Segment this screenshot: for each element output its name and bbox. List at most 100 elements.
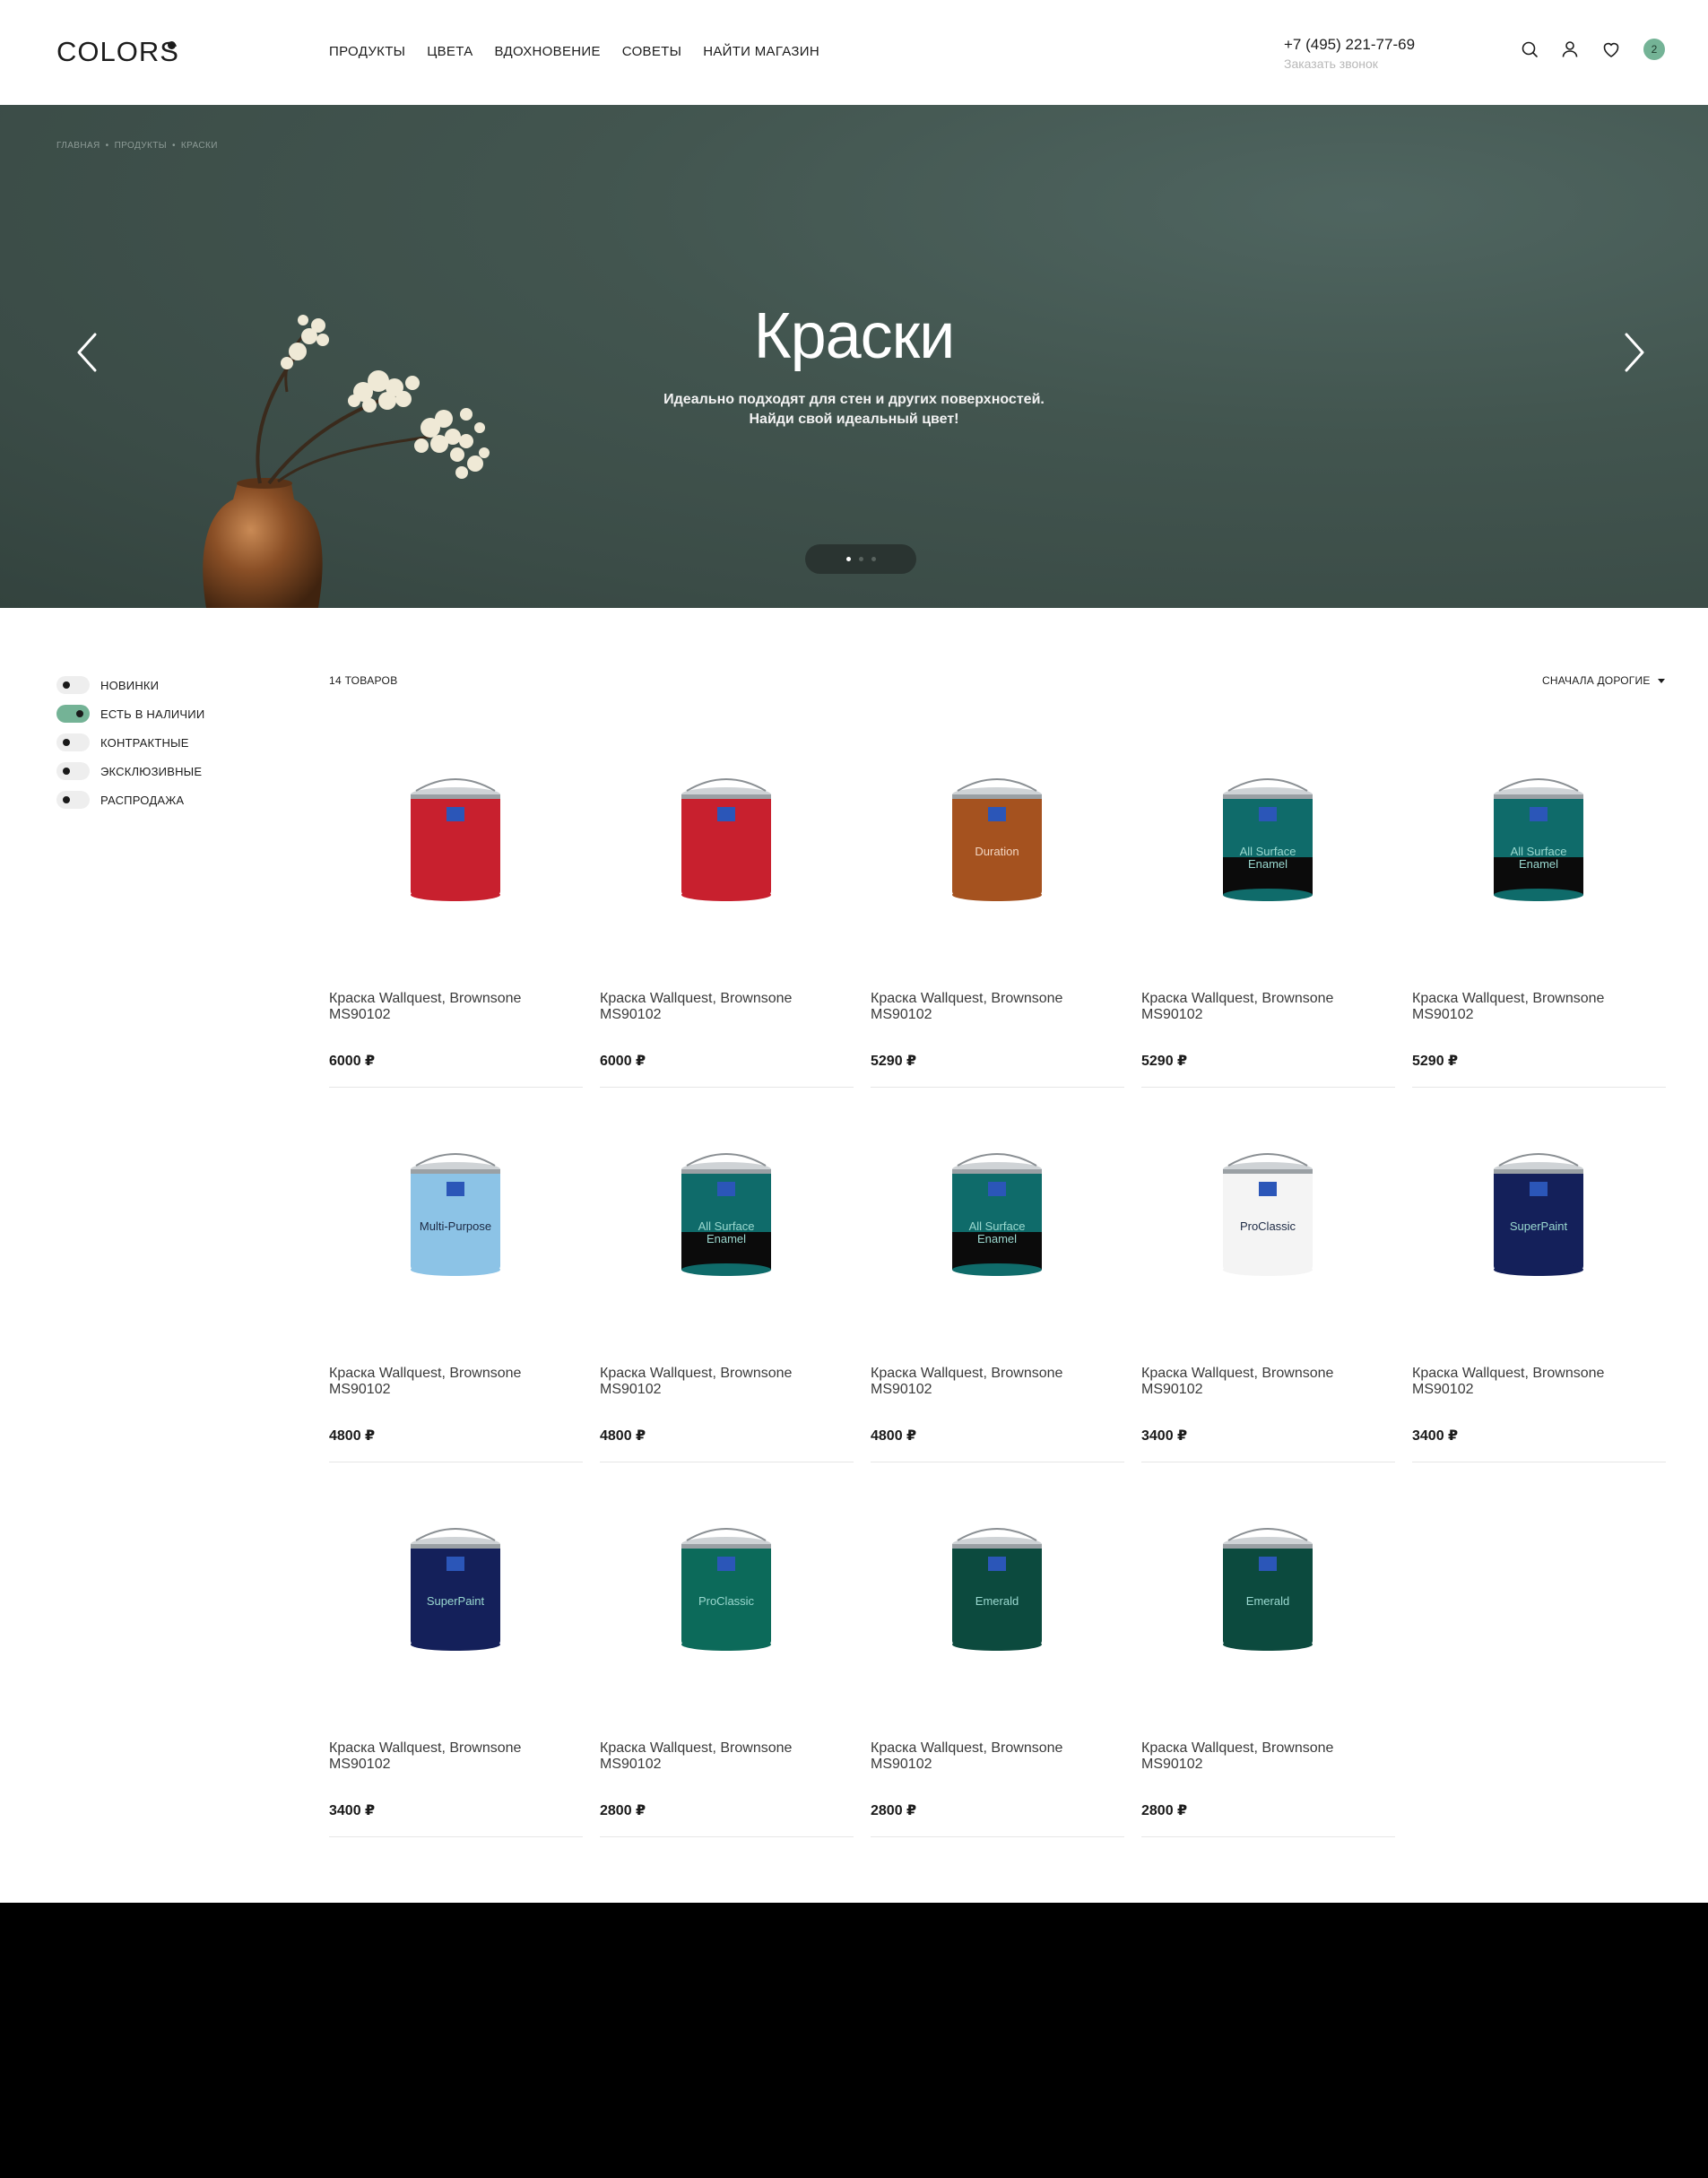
filter-label: ЭКСКЛЮЗИВНЫЕ [100,764,203,778]
product-price: 2800 ₽ [1141,1803,1188,1818]
product-card[interactable]: Краска Wallquest, Brownsone MS90102 6000 … [329,738,583,1088]
filter-contract[interactable]: КОНТРАКТНЫЕ [56,728,204,757]
toggle-switch[interactable] [56,676,90,694]
hero-banner: ГЛАВНАЯ • ПРОДУКТЫ • КРАСКИ Краски Идеал… [0,105,1708,608]
product-count: 14 ТОВАРОВ [329,674,398,687]
product-card[interactable]: Emerald Краска Wallquest, Brownsone MS901… [871,1488,1124,1837]
divider [600,1836,854,1837]
can-label: All Surface Enamel [698,1219,755,1245]
slider-dot[interactable] [858,557,863,561]
filter-exclusive[interactable]: ЭКСКЛЮЗИВНЫЕ [56,757,204,785]
logo-dot [168,41,176,49]
breadcrumb-products[interactable]: ПРОДУКТЫ [115,141,167,151]
can-label: Duration [975,845,1019,858]
slider-dot[interactable] [871,557,876,561]
nav-inspiration[interactable]: ВДОХНОВЕНИЕ [495,44,601,59]
can-label: Emerald [975,1594,1019,1608]
filter-label: НОВИНКИ [100,678,160,692]
divider [1412,1087,1666,1088]
product-name[interactable]: Краска Wallquest, Brownsone MS90102 [871,1366,1124,1398]
product-name[interactable]: Краска Wallquest, Brownsone MS90102 [600,1366,854,1398]
product-price: 5290 ₽ [1141,1054,1188,1069]
product-card[interactable]: SuperPaint Краска Wallquest, Brownsone MS… [329,1488,583,1837]
product-price: 3400 ₽ [1412,1428,1459,1444]
can-label: All Surface Enamel [1239,845,1296,871]
filter-in-stock[interactable]: ЕСТЬ В НАЛИЧИИ [56,699,204,728]
can-label: Emerald [1245,1594,1290,1608]
nav-tips[interactable]: СОВЕТЫ [622,44,681,59]
product-card[interactable]: ProClassic Краска Wallquest, Brownsone MS… [1141,1113,1395,1462]
breadcrumb-current: КРАСКИ [180,141,218,151]
toggle-switch[interactable] [56,705,90,723]
product-card[interactable]: Duration Краска Wallquest, Brownsone MS90… [871,738,1124,1088]
can-label: SuperPaint [1509,1219,1568,1233]
breadcrumb: ГЛАВНАЯ • ПРОДУКТЫ • КРАСКИ [56,141,218,151]
breadcrumb-home[interactable]: ГЛАВНАЯ [56,141,100,151]
main-nav: ПРОДУКТЫ ЦВЕТА ВДОХНОВЕНИЕ СОВЕТЫ НАЙТИ … [329,44,819,59]
site-header: COLORS ПРОДУКТЫ ЦВЕТА ВДОХНОВЕНИЕ СОВЕТЫ… [0,0,1708,105]
product-card[interactable]: ProClassic Краска Wallquest, Brownsone MS… [600,1488,854,1837]
chevron-right-icon[interactable] [1616,327,1652,377]
product-name[interactable]: Краска Wallquest, Brownsone MS90102 [1141,991,1395,1023]
product-card[interactable]: All Surface Enamel Краска Wallquest, Brow… [1141,738,1395,1088]
user-icon[interactable] [1559,39,1581,60]
product-name[interactable]: Краска Wallquest, Brownsone MS90102 [1141,1740,1395,1773]
product-price: 2800 ₽ [600,1803,646,1818]
nav-find-store[interactable]: НАЙТИ МАГАЗИН [703,44,819,59]
product-price: 5290 ₽ [871,1054,917,1069]
logo[interactable]: COLORS [56,36,179,68]
heart-icon[interactable] [1600,39,1622,60]
filter-list: НОВИНКИ ЕСТЬ В НАЛИЧИИ КОНТРАКТНЫЕ ЭКСКЛ… [56,671,204,814]
product-card[interactable]: All Surface Enamel Краска Wallquest, Brow… [600,1113,854,1462]
product-name[interactable]: Краска Wallquest, Brownsone MS90102 [1412,991,1666,1023]
product-card[interactable]: All Surface Enamel Краска Wallquest, Brow… [1412,738,1666,1088]
product-name[interactable]: Краска Wallquest, Brownsone MS90102 [871,1740,1124,1773]
divider [600,1087,854,1088]
divider [329,1087,583,1088]
product-price: 4800 ₽ [871,1428,917,1444]
nav-products[interactable]: ПРОДУКТЫ [329,44,405,59]
paint-can-image[interactable] [600,738,854,953]
paint-can-image[interactable] [329,738,583,953]
breadcrumb-separator: • [172,141,176,151]
slider-dot[interactable] [845,557,851,561]
sort-dropdown[interactable]: СНАЧАЛА ДОРОГИЕ [1542,674,1651,687]
product-card[interactable]: SuperPaint Краска Wallquest, Brownsone MS… [1412,1113,1666,1462]
site-footer [0,1903,1708,2178]
toggle-switch[interactable] [56,733,90,751]
chevron-left-icon[interactable] [70,327,106,377]
toggle-switch[interactable] [56,762,90,780]
phone-number[interactable]: +7 (495) 221-77-69 [1284,36,1415,54]
divider [1141,1087,1395,1088]
filter-sale[interactable]: РАСПРОДАЖА [56,785,204,814]
divider [871,1836,1124,1837]
search-icon[interactable] [1519,39,1540,60]
product-name[interactable]: Краска Wallquest, Brownsone MS90102 [329,1740,583,1773]
product-name[interactable]: Краска Wallquest, Brownsone MS90102 [600,1740,854,1773]
filter-label: КОНТРАКТНЫЕ [100,735,189,750]
product-card[interactable]: Multi-Purpose Краска Wallquest, Brownsone… [329,1113,583,1462]
product-card[interactable]: Краска Wallquest, Brownsone MS90102 6000 … [600,738,854,1088]
callback-link[interactable]: Заказать звонок [1284,56,1378,71]
can-label: SuperPaint [426,1594,485,1608]
product-card[interactable]: All Surface Enamel Краска Wallquest, Brow… [871,1113,1124,1462]
divider [329,1836,583,1837]
nav-colors[interactable]: ЦВЕТА [427,44,473,59]
product-name[interactable]: Краска Wallquest, Brownsone MS90102 [1412,1366,1666,1398]
product-name[interactable]: Краска Wallquest, Brownsone MS90102 [1141,1366,1395,1398]
filter-new[interactable]: НОВИНКИ [56,671,204,699]
can-label: Multi-Purpose [419,1219,492,1233]
product-card[interactable]: Emerald Краска Wallquest, Brownsone MS901… [1141,1488,1395,1837]
product-name[interactable]: Краска Wallquest, Brownsone MS90102 [329,1366,583,1398]
can-label: All Surface Enamel [1510,845,1567,871]
caret-down-icon[interactable] [1658,679,1665,683]
hero-subtitle-line2: Найди свой идеальный цвет! [749,412,959,427]
product-name[interactable]: Краска Wallquest, Brownsone MS90102 [329,991,583,1023]
cart-badge[interactable]: 2 [1643,39,1665,60]
page-title: Краски [753,300,956,372]
toggle-switch[interactable] [56,791,90,809]
product-name[interactable]: Краска Wallquest, Brownsone MS90102 [600,991,854,1023]
breadcrumb-separator: • [105,141,109,151]
product-name[interactable]: Краска Wallquest, Brownsone MS90102 [871,991,1124,1023]
can-label: ProClassic [1239,1219,1296,1233]
